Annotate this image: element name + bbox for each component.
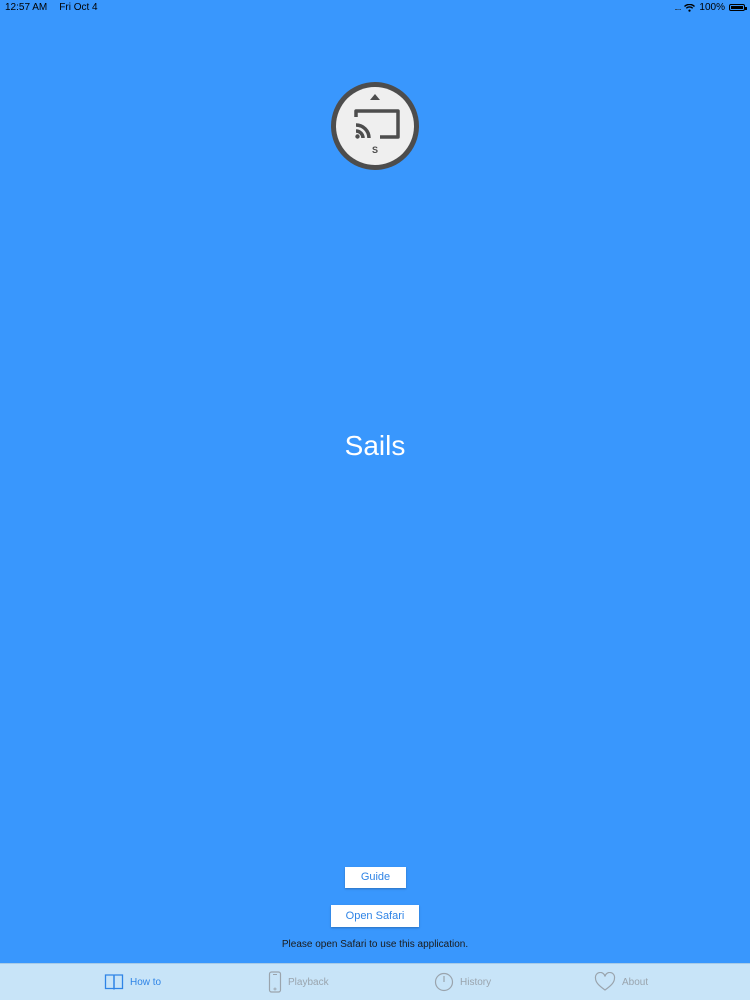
signal-icon: ..... (674, 3, 681, 12)
guide-button[interactable]: Guide (345, 867, 406, 888)
tab-history[interactable]: History (434, 964, 491, 1000)
logo-letter: S (371, 145, 378, 155)
battery-icon (729, 4, 747, 11)
app-logo: S (331, 82, 419, 170)
tab-label: History (460, 976, 492, 988)
tab-label: How to (130, 976, 162, 988)
wifi-icon (684, 3, 696, 12)
tab-label: About (622, 976, 649, 988)
heart-icon (594, 972, 616, 991)
app-title: Sails (344, 430, 406, 461)
battery-percent: 100% (699, 2, 725, 13)
open-safari-button[interactable]: Open Safari (331, 905, 419, 927)
book-icon (104, 974, 124, 990)
hint-text: Please open Safari to use this applicati… (281, 939, 469, 950)
tab-label: Playback (288, 976, 329, 988)
tab-playback[interactable]: Playback (268, 964, 329, 1000)
status-bar: 12:57 AM Fri Oct 4 ..... 100% (0, 0, 750, 16)
clock-icon (434, 972, 454, 992)
tab-about[interactable]: About (594, 964, 648, 1000)
status-time: 12:57 AM (5, 2, 48, 13)
tab-bar: How to Playback History About (0, 963, 750, 1000)
status-date: Fri Oct 4 (59, 2, 98, 13)
tab-how-to[interactable]: How to (104, 964, 161, 1000)
phone-icon (268, 971, 282, 993)
